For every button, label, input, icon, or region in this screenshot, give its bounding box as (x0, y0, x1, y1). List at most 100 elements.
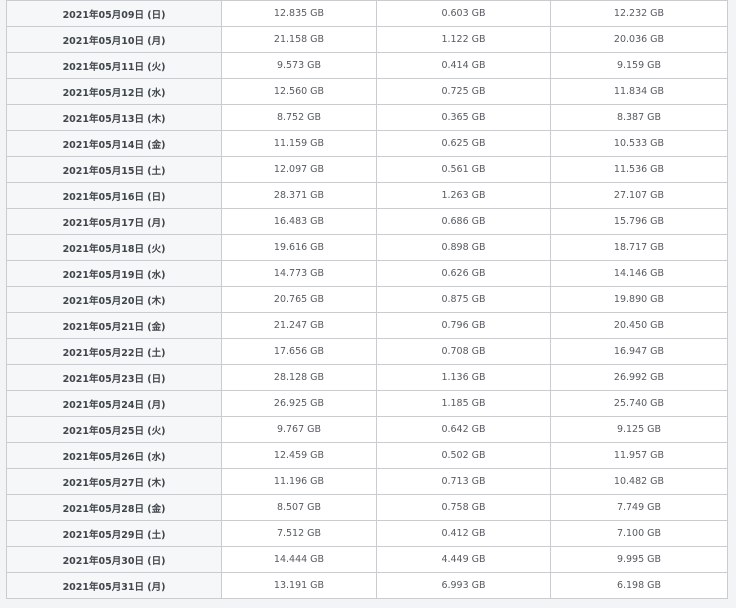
total-usage-cell: 13.191 GB (221, 572, 377, 599)
download-usage-cell: 10.482 GB (550, 468, 728, 495)
download-usage-cell: 19.890 GB (550, 286, 728, 313)
download-usage-cell: 9.995 GB (550, 546, 728, 573)
date-cell: 2021年05月21日 (金) (6, 312, 222, 339)
date-cell: 2021年05月13日 (木) (6, 104, 222, 131)
date-cell: 2021年05月20日 (木) (6, 286, 222, 313)
total-usage-cell: 11.196 GB (221, 468, 377, 495)
table-row: 2021年05月15日 (土) 12.097 GB 0.561 GB 11.536 G… (6, 156, 728, 183)
upload-usage-cell: 0.642 GB (376, 416, 551, 443)
table-row: 2021年05月13日 (木) 8.752 GB 0.365 GB 8.387 GB (6, 104, 728, 131)
usage-table-container: 2021年05月09日 (日) 12.835 GB 0.603 GB 12.232 G… (6, 0, 728, 599)
upload-usage-cell: 0.603 GB (376, 0, 551, 27)
upload-usage-cell: 0.414 GB (376, 52, 551, 79)
table-row: 2021年05月30日 (日) 14.444 GB 4.449 GB 9.995 GB (6, 546, 728, 573)
upload-usage-cell: 1.263 GB (376, 182, 551, 209)
total-usage-cell: 12.097 GB (221, 156, 377, 183)
total-usage-cell: 9.767 GB (221, 416, 377, 443)
total-usage-cell: 14.773 GB (221, 260, 377, 287)
date-cell: 2021年05月12日 (水) (6, 78, 222, 105)
upload-usage-cell: 0.626 GB (376, 260, 551, 287)
total-usage-cell: 11.159 GB (221, 130, 377, 157)
date-cell: 2021年05月30日 (日) (6, 546, 222, 573)
table-row: 2021年05月28日 (金) 8.507 GB 0.758 GB 7.749 GB (6, 494, 728, 521)
download-usage-cell: 12.232 GB (550, 0, 728, 27)
download-usage-cell: 7.100 GB (550, 520, 728, 547)
date-cell: 2021年05月15日 (土) (6, 156, 222, 183)
total-usage-cell: 7.512 GB (221, 520, 377, 547)
upload-usage-cell: 0.708 GB (376, 338, 551, 365)
total-usage-cell: 8.752 GB (221, 104, 377, 131)
table-row: 2021年05月24日 (月) 26.925 GB 1.185 GB 25.740 G… (6, 390, 728, 417)
total-usage-cell: 20.765 GB (221, 286, 377, 313)
upload-usage-cell: 0.625 GB (376, 130, 551, 157)
download-usage-cell: 11.957 GB (550, 442, 728, 469)
total-usage-cell: 8.507 GB (221, 494, 377, 521)
table-row: 2021年05月14日 (金) 11.159 GB 0.625 GB 10.533 G… (6, 130, 728, 157)
date-cell: 2021年05月28日 (金) (6, 494, 222, 521)
download-usage-cell: 26.992 GB (550, 364, 728, 391)
download-usage-cell: 10.533 GB (550, 130, 728, 157)
date-cell: 2021年05月31日 (月) (6, 572, 222, 599)
total-usage-cell: 12.560 GB (221, 78, 377, 105)
download-usage-cell: 11.536 GB (550, 156, 728, 183)
total-usage-cell: 28.371 GB (221, 182, 377, 209)
date-cell: 2021年05月23日 (日) (6, 364, 222, 391)
upload-usage-cell: 0.796 GB (376, 312, 551, 339)
upload-usage-cell: 1.185 GB (376, 390, 551, 417)
total-usage-cell: 28.128 GB (221, 364, 377, 391)
total-usage-cell: 14.444 GB (221, 546, 377, 573)
table-row: 2021年05月26日 (水) 12.459 GB 0.502 GB 11.957 G… (6, 442, 728, 469)
date-cell: 2021年05月22日 (土) (6, 338, 222, 365)
date-cell: 2021年05月27日 (木) (6, 468, 222, 495)
download-usage-cell: 7.749 GB (550, 494, 728, 521)
date-cell: 2021年05月11日 (火) (6, 52, 222, 79)
download-usage-cell: 9.159 GB (550, 52, 728, 79)
table-row: 2021年05月17日 (月) 16.483 GB 0.686 GB 15.796 G… (6, 208, 728, 235)
date-cell: 2021年05月19日 (水) (6, 260, 222, 287)
download-usage-cell: 18.717 GB (550, 234, 728, 261)
upload-usage-cell: 6.993 GB (376, 572, 551, 599)
date-cell: 2021年05月09日 (日) (6, 0, 222, 27)
download-usage-cell: 16.947 GB (550, 338, 728, 365)
table-row: 2021年05月10日 (月) 21.158 GB 1.122 GB 20.036 G… (6, 26, 728, 53)
upload-usage-cell: 1.136 GB (376, 364, 551, 391)
total-usage-cell: 21.247 GB (221, 312, 377, 339)
table-row: 2021年05月19日 (水) 14.773 GB 0.626 GB 14.146 G… (6, 260, 728, 287)
download-usage-cell: 11.834 GB (550, 78, 728, 105)
upload-usage-cell: 0.686 GB (376, 208, 551, 235)
upload-usage-cell: 0.561 GB (376, 156, 551, 183)
upload-usage-cell: 0.502 GB (376, 442, 551, 469)
table-row: 2021年05月27日 (木) 11.196 GB 0.713 GB 10.482 G… (6, 468, 728, 495)
table-row: 2021年05月22日 (土) 17.656 GB 0.708 GB 16.947 G… (6, 338, 728, 365)
download-usage-cell: 15.796 GB (550, 208, 728, 235)
upload-usage-cell: 4.449 GB (376, 546, 551, 573)
upload-usage-cell: 0.875 GB (376, 286, 551, 313)
daily-usage-table: 2021年05月09日 (日) 12.835 GB 0.603 GB 12.232 G… (6, 0, 728, 599)
download-usage-cell: 6.198 GB (550, 572, 728, 599)
download-usage-cell: 20.036 GB (550, 26, 728, 53)
total-usage-cell: 9.573 GB (221, 52, 377, 79)
upload-usage-cell: 0.758 GB (376, 494, 551, 521)
date-cell: 2021年05月26日 (水) (6, 442, 222, 469)
table-row: 2021年05月16日 (日) 28.371 GB 1.263 GB 27.107 G… (6, 182, 728, 209)
total-usage-cell: 17.656 GB (221, 338, 377, 365)
table-row: 2021年05月29日 (土) 7.512 GB 0.412 GB 7.100 GB (6, 520, 728, 547)
upload-usage-cell: 0.412 GB (376, 520, 551, 547)
total-usage-cell: 12.459 GB (221, 442, 377, 469)
table-row: 2021年05月11日 (火) 9.573 GB 0.414 GB 9.159 GB (6, 52, 728, 79)
table-row: 2021年05月20日 (木) 20.765 GB 0.875 GB 19.890 G… (6, 286, 728, 313)
total-usage-cell: 26.925 GB (221, 390, 377, 417)
upload-usage-cell: 1.122 GB (376, 26, 551, 53)
date-cell: 2021年05月16日 (日) (6, 182, 222, 209)
table-row: 2021年05月09日 (日) 12.835 GB 0.603 GB 12.232 G… (6, 0, 728, 27)
download-usage-cell: 27.107 GB (550, 182, 728, 209)
table-row: 2021年05月31日 (月) 13.191 GB 6.993 GB 6.198 GB (6, 572, 728, 599)
date-cell: 2021年05月18日 (火) (6, 234, 222, 261)
total-usage-cell: 19.616 GB (221, 234, 377, 261)
total-usage-cell: 21.158 GB (221, 26, 377, 53)
date-cell: 2021年05月25日 (火) (6, 416, 222, 443)
upload-usage-cell: 0.365 GB (376, 104, 551, 131)
date-cell: 2021年05月10日 (月) (6, 26, 222, 53)
table-row: 2021年05月21日 (金) 21.247 GB 0.796 GB 20.450 G… (6, 312, 728, 339)
date-cell: 2021年05月24日 (月) (6, 390, 222, 417)
